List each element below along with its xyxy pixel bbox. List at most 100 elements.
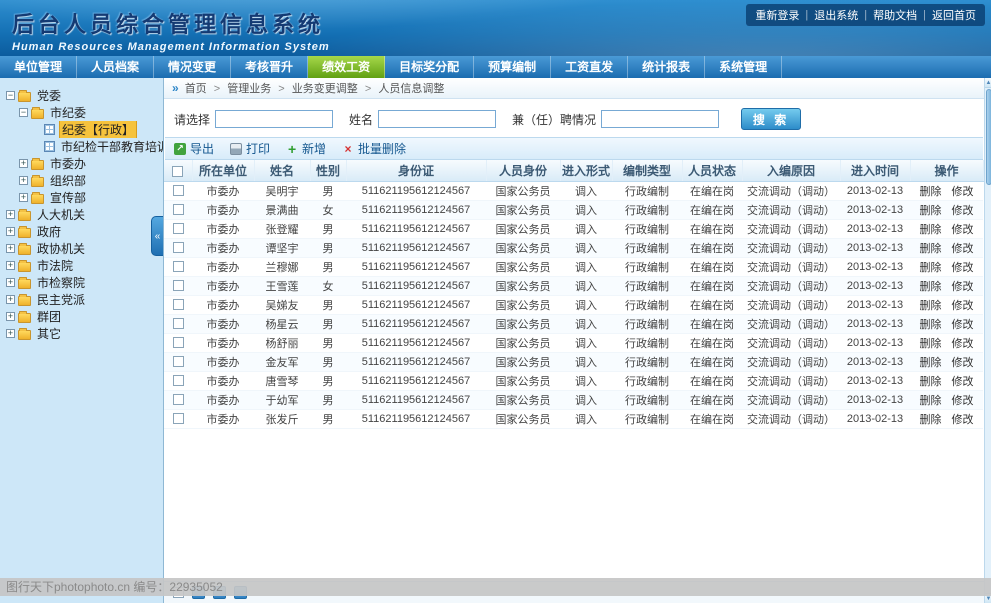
- tree-expander-icon[interactable]: +: [6, 329, 15, 338]
- row-edit-link[interactable]: 修改: [952, 357, 974, 369]
- row-edit-link[interactable]: 修改: [952, 338, 974, 350]
- row-delete-link[interactable]: 删除: [920, 414, 942, 426]
- tree-expander-icon[interactable]: +: [6, 295, 15, 304]
- row-edit-link[interactable]: 修改: [952, 281, 974, 293]
- row-edit-link[interactable]: 修改: [952, 205, 974, 217]
- menu-item-4[interactable]: 绩效工资: [308, 56, 385, 78]
- row-delete-link[interactable]: 删除: [920, 243, 942, 255]
- header-link-1[interactable]: 退出系统: [814, 7, 858, 23]
- breadcrumb-item-1[interactable]: 管理业务: [227, 83, 271, 95]
- tree-item-2[interactable]: 纪委【行政】: [0, 121, 163, 138]
- tree-expander-icon[interactable]: +: [19, 193, 28, 202]
- row-edit-link[interactable]: 修改: [952, 262, 974, 274]
- select-all-checkbox[interactable]: [172, 166, 183, 177]
- row-edit-link[interactable]: 修改: [952, 300, 974, 312]
- row-delete-link[interactable]: 删除: [920, 205, 942, 217]
- search-button[interactable]: 搜 索: [741, 108, 801, 130]
- menu-item-8[interactable]: 统计报表: [628, 56, 705, 78]
- breadcrumb-item-2[interactable]: 业务变更调整: [292, 83, 358, 95]
- row-delete-link[interactable]: 删除: [920, 395, 942, 407]
- row-checkbox[interactable]: [173, 204, 184, 215]
- menu-item-1[interactable]: 人员档案: [77, 56, 154, 78]
- menu-item-9[interactable]: 系统管理: [705, 56, 782, 78]
- tree-expander-icon[interactable]: +: [6, 312, 15, 321]
- menu-item-0[interactable]: 单位管理: [0, 56, 77, 78]
- tree-item-0[interactable]: −党委: [0, 87, 163, 104]
- scroll-thumb[interactable]: [986, 89, 991, 185]
- row-checkbox[interactable]: [173, 280, 184, 291]
- tree-expander-icon[interactable]: +: [6, 261, 15, 270]
- menu-item-5[interactable]: 目标奖分配: [385, 56, 474, 78]
- tree-expander-icon[interactable]: +: [19, 176, 28, 185]
- vertical-scrollbar[interactable]: ▲ ▼: [984, 78, 991, 603]
- tree-expander-icon[interactable]: −: [19, 108, 28, 117]
- tree-expander-icon[interactable]: +: [6, 278, 15, 287]
- tree-expander-icon[interactable]: +: [6, 244, 15, 253]
- toolbar-export-button[interactable]: 导出: [174, 140, 214, 157]
- tree-item-3[interactable]: 市纪检干部教育培训中心: [0, 138, 163, 155]
- row-checkbox[interactable]: [173, 394, 184, 405]
- row-delete-link[interactable]: 删除: [920, 319, 942, 331]
- breadcrumb-item-0[interactable]: 首页: [185, 83, 207, 95]
- tree-item-4[interactable]: +市委办: [0, 155, 163, 172]
- row-checkbox[interactable]: [173, 375, 184, 386]
- menu-item-7[interactable]: 工资直发: [551, 56, 628, 78]
- tree-expander-icon[interactable]: +: [6, 210, 15, 219]
- row-delete-link[interactable]: 删除: [920, 357, 942, 369]
- tree-item-12[interactable]: +民主党派: [0, 291, 163, 308]
- tree-item-8[interactable]: +政府: [0, 223, 163, 240]
- header-link-2[interactable]: 帮助文档: [873, 7, 917, 23]
- tree-item-14[interactable]: +其它: [0, 325, 163, 342]
- row-edit-link[interactable]: 修改: [952, 414, 974, 426]
- header-link-3[interactable]: 返回首页: [932, 7, 976, 23]
- row-checkbox[interactable]: [173, 413, 184, 424]
- row-edit-link[interactable]: 修改: [952, 243, 974, 255]
- sidebar-collapse-icon[interactable]: «: [151, 216, 163, 256]
- row-delete-link[interactable]: 删除: [920, 224, 942, 236]
- row-checkbox[interactable]: [173, 337, 184, 348]
- toolbar-batch-delete-button[interactable]: 批量删除: [342, 140, 406, 157]
- row-checkbox[interactable]: [173, 261, 184, 272]
- row-edit-link[interactable]: 修改: [952, 395, 974, 407]
- row-edit-link[interactable]: 修改: [952, 319, 974, 331]
- tree-expander-icon[interactable]: +: [6, 227, 15, 236]
- row-delete-link[interactable]: 删除: [920, 300, 942, 312]
- row-checkbox[interactable]: [173, 299, 184, 310]
- toolbar-print-button[interactable]: 打印: [230, 140, 270, 157]
- menu-item-2[interactable]: 情况变更: [154, 56, 231, 78]
- tree-item-5[interactable]: +组织部: [0, 172, 163, 189]
- row-delete-link[interactable]: 删除: [920, 376, 942, 388]
- menu-item-3[interactable]: 考核晋升: [231, 56, 308, 78]
- tree-item-9[interactable]: +政协机关: [0, 240, 163, 257]
- row-checkbox[interactable]: [173, 356, 184, 367]
- row-actions: 删除修改: [910, 276, 983, 295]
- row-checkbox[interactable]: [173, 223, 184, 234]
- row-checkbox[interactable]: [173, 185, 184, 196]
- tree-item-13[interactable]: +群团: [0, 308, 163, 325]
- row-delete-link[interactable]: 删除: [920, 281, 942, 293]
- search-input-0[interactable]: [215, 110, 333, 128]
- row-edit-link[interactable]: 修改: [952, 224, 974, 236]
- tree-item-6[interactable]: +宣传部: [0, 189, 163, 206]
- row-edit-link[interactable]: 修改: [952, 186, 974, 198]
- tree-item-7[interactable]: +人大机关: [0, 206, 163, 223]
- scroll-up-icon[interactable]: ▲: [985, 78, 991, 88]
- header-link-0[interactable]: 重新登录: [755, 7, 799, 23]
- row-checkbox[interactable]: [173, 242, 184, 253]
- search-input-1[interactable]: [378, 110, 496, 128]
- row-delete-link[interactable]: 删除: [920, 186, 942, 198]
- tree-expander-icon[interactable]: −: [6, 91, 15, 100]
- row-checkbox[interactable]: [173, 318, 184, 329]
- row-delete-link[interactable]: 删除: [920, 338, 942, 350]
- tree-item-11[interactable]: +市检察院: [0, 274, 163, 291]
- tree-item-1[interactable]: −市纪委: [0, 104, 163, 121]
- search-input-2[interactable]: [601, 110, 719, 128]
- row-delete-link[interactable]: 删除: [920, 262, 942, 274]
- breadcrumb-item-3[interactable]: 人员信息调整: [378, 83, 444, 95]
- row-edit-link[interactable]: 修改: [952, 376, 974, 388]
- cell-identity: 国家公务员: [486, 295, 560, 314]
- menu-item-6[interactable]: 预算编制: [474, 56, 551, 78]
- toolbar-add-button[interactable]: 新增: [286, 140, 326, 157]
- tree-expander-icon[interactable]: +: [19, 159, 28, 168]
- tree-item-10[interactable]: +市法院: [0, 257, 163, 274]
